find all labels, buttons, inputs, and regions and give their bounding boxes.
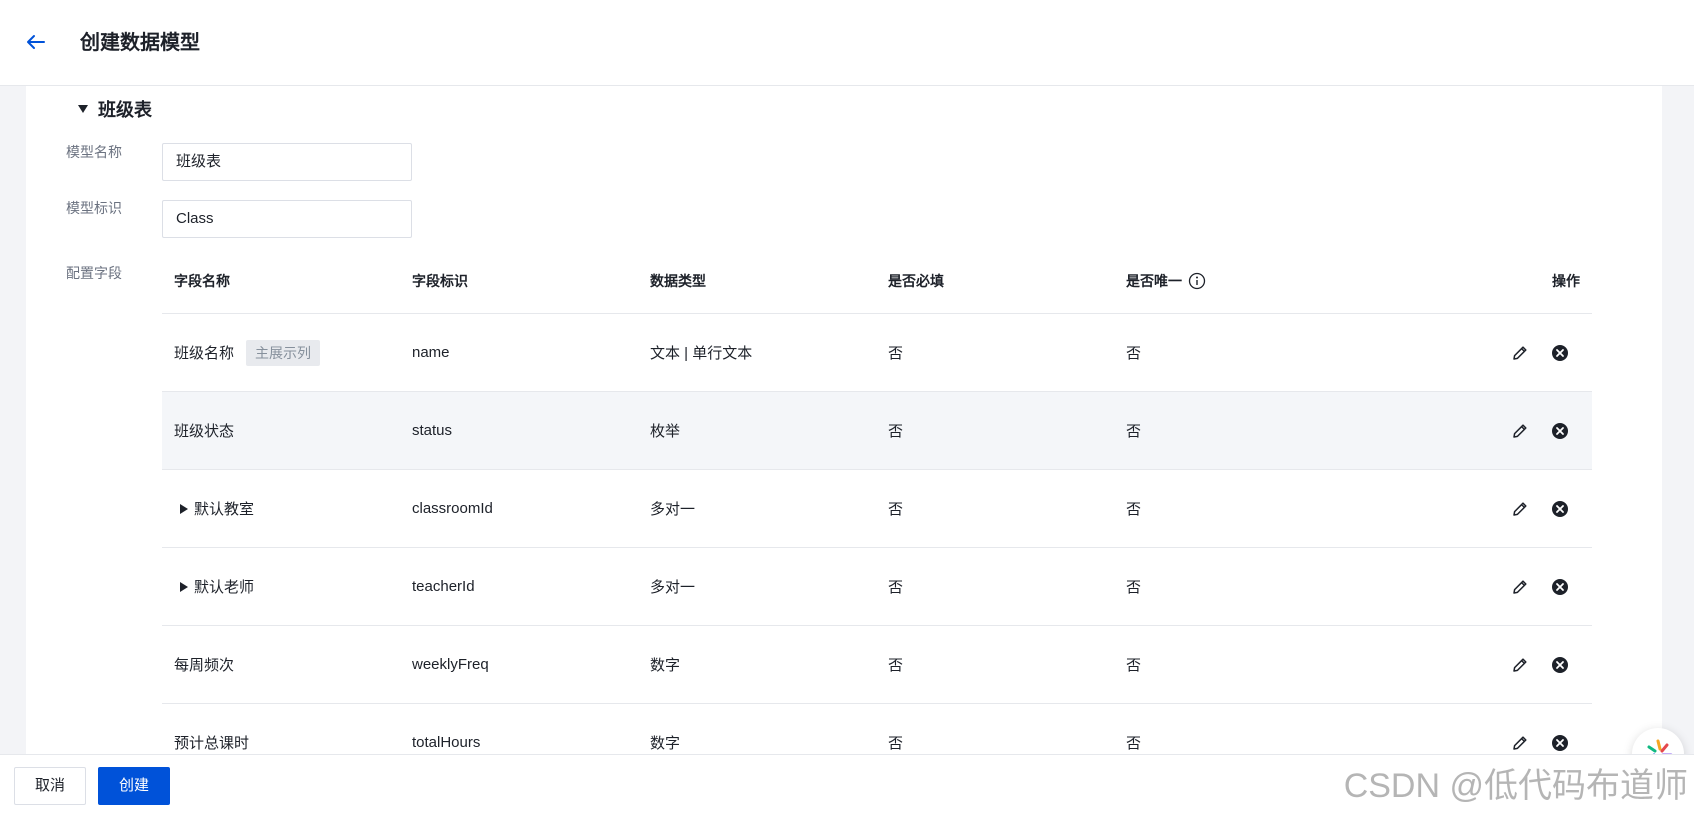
table-header: 字段名称 字段标识 数据类型 是否必填 是否唯一 操作 — [162, 248, 1592, 314]
cell-unique: 否 — [1126, 345, 1142, 362]
table-row: 每周频次 weeklyFreq 数字 否 否 — [162, 626, 1592, 704]
delete-icon[interactable] — [1550, 343, 1570, 363]
cell-field-id: totalHours — [412, 734, 481, 751]
header-unique-label: 是否唯一 — [1126, 272, 1182, 289]
cell-unique: 否 — [1126, 735, 1142, 752]
field-name-text: 预计总课时 — [174, 735, 250, 752]
cell-data-type: 多对一 — [650, 501, 696, 518]
cell-actions — [1352, 733, 1592, 753]
table-body: 班级名称 主展示列 name 文本 | 单行文本否否班级状态 status 枚举否否默认教… — [162, 314, 1592, 782]
cell-field-id: classroomId — [412, 500, 493, 517]
delete-icon[interactable] — [1550, 655, 1570, 675]
cell-field-id: status — [412, 422, 453, 439]
caret-right-icon[interactable] — [180, 503, 188, 514]
caret-down-icon — [78, 105, 88, 113]
delete-icon[interactable] — [1550, 577, 1570, 597]
header-data-type: 数据类型 — [650, 272, 706, 289]
cell-data-type: 多对一 — [650, 579, 696, 596]
cancel-button[interactable]: 取消 — [14, 767, 86, 805]
table-row: 默认老师 teacherId 多对一 否 否 — [162, 548, 1592, 626]
field-name-text: 每周频次 — [174, 657, 235, 674]
edit-icon[interactable] — [1510, 421, 1530, 441]
header-field-name: 字段名称 — [174, 272, 230, 289]
table-row: 默认教室 classroomId 多对一 否 否 — [162, 470, 1592, 548]
model-name-input[interactable]: 班级表 — [162, 143, 412, 181]
cell-actions — [1352, 343, 1592, 363]
info-icon[interactable] — [1188, 272, 1206, 290]
model-id-label: 模型标识 — [66, 200, 122, 216]
cell-unique: 否 — [1126, 423, 1142, 440]
page-header: 创建数据模型 — [0, 0, 1694, 86]
cell-field-id: teacherId — [412, 578, 475, 595]
cell-field-id: name — [412, 344, 450, 361]
cell-field-name: 默认教室 — [162, 498, 400, 519]
arrow-left-icon — [27, 35, 45, 49]
fields-table: 字段名称 字段标识 数据类型 是否必填 是否唯一 操作 班级名称 主展示列 name… — [162, 248, 1592, 782]
cell-field-name: 班级名称 主展示列 — [162, 339, 400, 366]
cell-data-type: 数字 — [650, 657, 681, 674]
cell-field-name: 每周频次 — [162, 654, 400, 675]
edit-icon[interactable] — [1510, 655, 1530, 675]
field-name-text: 班级状态 — [174, 423, 235, 440]
delete-icon[interactable] — [1550, 733, 1570, 753]
cell-required: 否 — [888, 657, 904, 674]
cell-actions — [1352, 499, 1592, 519]
section-title: 班级表 — [98, 100, 152, 120]
cell-unique: 否 — [1126, 657, 1142, 674]
table-row: 班级状态 status 枚举 否 否 — [162, 392, 1592, 470]
cell-required: 否 — [888, 579, 904, 596]
cell-required: 否 — [888, 345, 904, 362]
cell-data-type: 文本 | 单行文本 — [650, 345, 753, 362]
cell-required: 否 — [888, 423, 904, 440]
model-id-input[interactable]: Class — [162, 200, 412, 238]
field-name-text: 班级名称 — [174, 345, 235, 362]
edit-icon[interactable] — [1510, 499, 1530, 519]
fields-label: 配置字段 — [66, 265, 122, 281]
cell-field-name: 班级状态 — [162, 420, 400, 441]
table-row: 班级名称 主展示列 name 文本 | 单行文本 否 否 — [162, 314, 1592, 392]
cell-field-name: 默认老师 — [162, 576, 400, 597]
cell-required: 否 — [888, 735, 904, 752]
cell-data-type: 枚举 — [650, 423, 681, 440]
cell-actions — [1352, 577, 1592, 597]
caret-right-icon[interactable] — [180, 581, 188, 592]
header-field-id: 字段标识 — [412, 272, 468, 289]
header-unique: 是否唯一 — [1114, 271, 1352, 291]
header-actions: 操作 — [1552, 272, 1580, 289]
delete-icon[interactable] — [1550, 421, 1570, 441]
cell-unique: 否 — [1126, 579, 1142, 596]
model-card: 班级表 模型名称 班级表 模型标识 Class 配置字段 字段名称 字段标识 数… — [26, 86, 1684, 818]
watermark: CSDN @低代码布道师 — [1343, 767, 1688, 805]
cell-actions — [1352, 421, 1592, 441]
cell-data-type: 数字 — [650, 735, 681, 752]
cell-field-name: 预计总课时 — [162, 732, 400, 753]
edit-icon[interactable] — [1510, 733, 1530, 753]
delete-icon[interactable] — [1550, 499, 1570, 519]
cell-required: 否 — [888, 501, 904, 518]
primary-display-tag: 主展示列 — [246, 339, 321, 366]
header-required: 是否必填 — [888, 272, 944, 289]
model-name-label: 模型名称 — [66, 144, 122, 160]
create-button[interactable]: 创建 — [98, 767, 170, 805]
cell-unique: 否 — [1126, 501, 1142, 518]
field-name-text: 默认老师 — [194, 579, 255, 596]
page-title: 创建数据模型 — [80, 32, 200, 54]
edit-icon[interactable] — [1510, 343, 1530, 363]
cell-actions — [1352, 655, 1592, 675]
edit-icon[interactable] — [1510, 577, 1530, 597]
section-toggle[interactable]: 班级表 — [78, 94, 152, 124]
cell-field-id: weeklyFreq — [412, 656, 489, 673]
field-name-text: 默认教室 — [194, 501, 255, 518]
back-button[interactable] — [22, 28, 50, 56]
